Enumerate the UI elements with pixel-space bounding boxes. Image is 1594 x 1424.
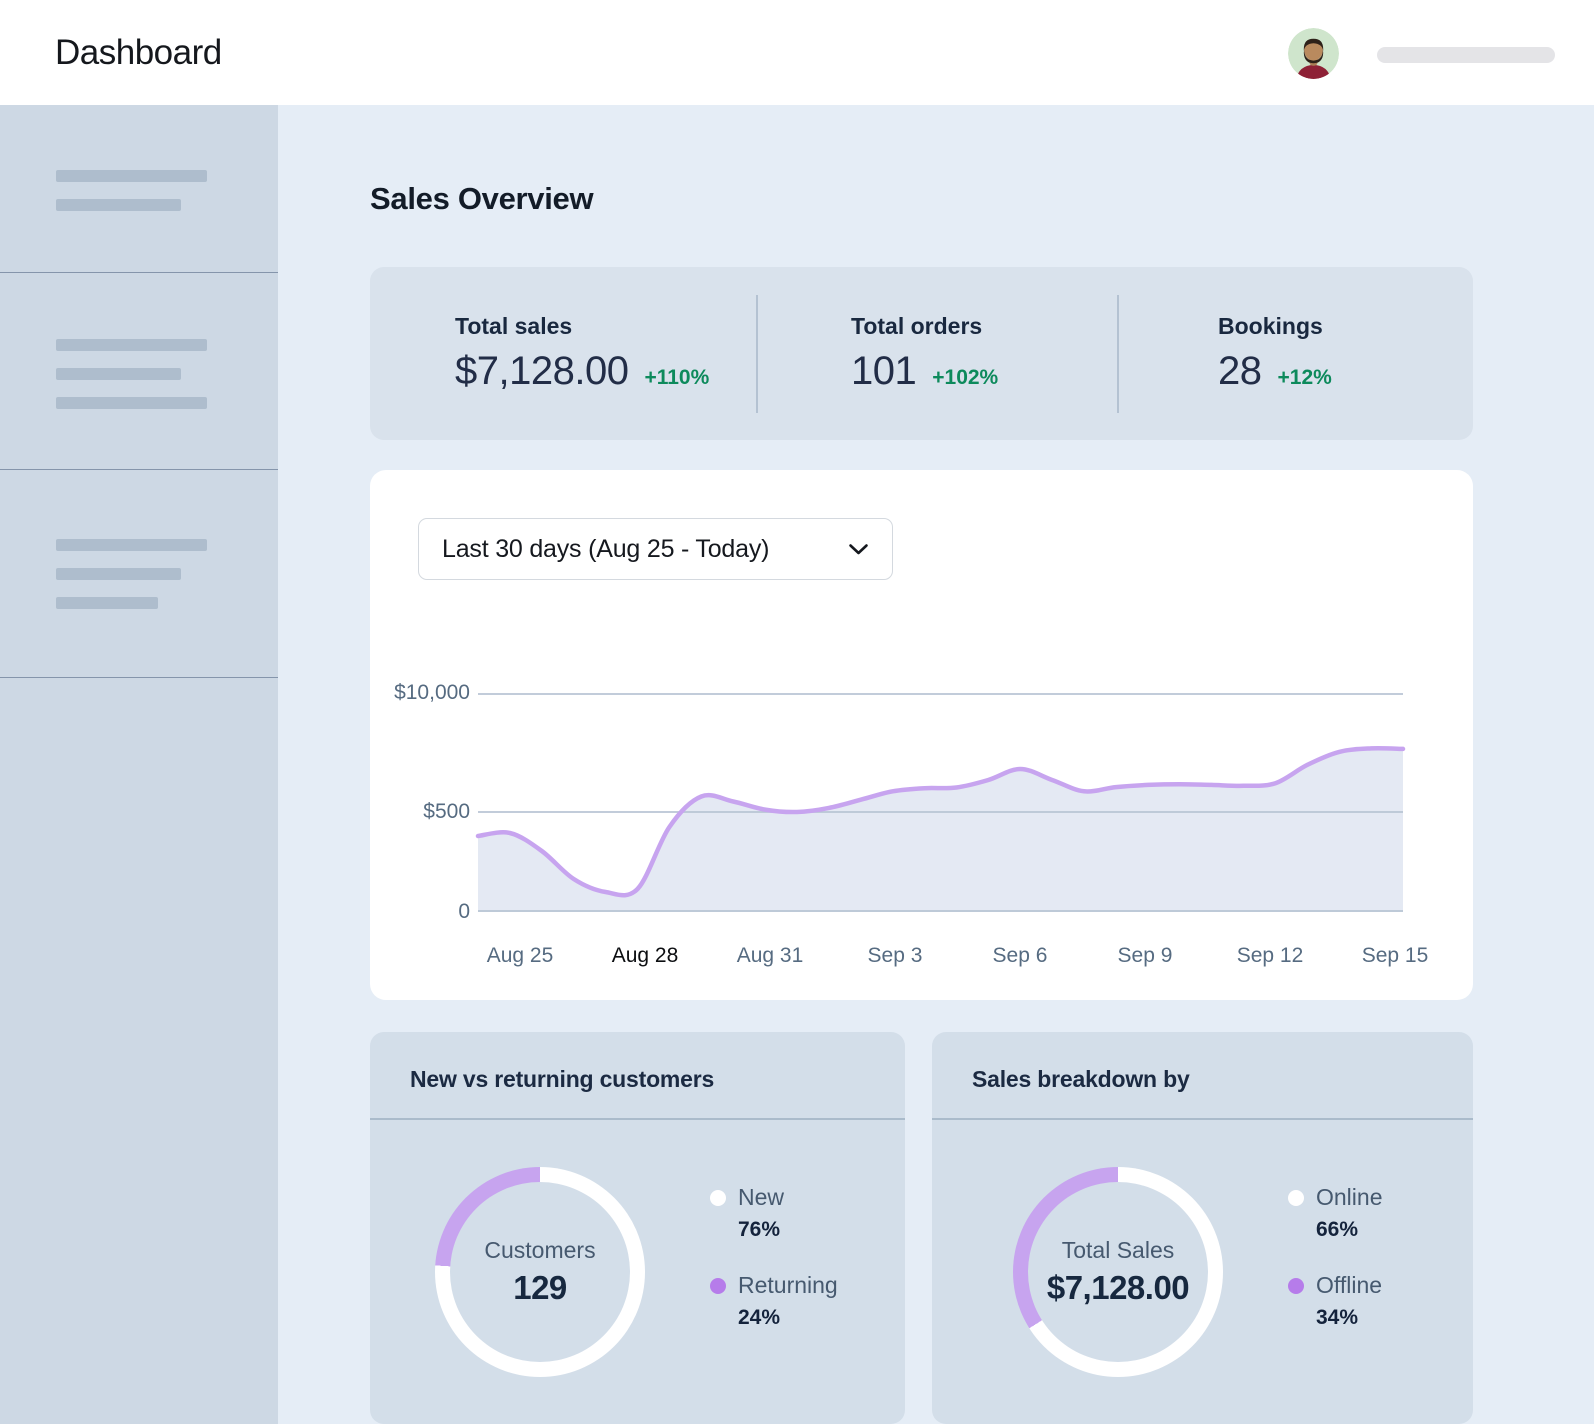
stat-value: 101 [851,349,916,394]
stat-value: $7,128.00 [455,349,628,394]
stat-label: Total sales [455,313,756,340]
card-title: New vs returning customers [410,1066,905,1093]
sidebar [0,105,278,1424]
stat-delta-badge: +12% [1278,366,1332,390]
y-tick-label: 0 [458,900,470,924]
skeleton-bar [56,368,181,380]
skeleton-bar [56,397,207,409]
legend-item: New 76% [710,1184,838,1242]
legend-value: 76% [738,1218,838,1242]
x-tick-label: Sep 12 [1237,944,1304,968]
sidebar-nav-group-3[interactable] [0,470,278,678]
legend-dot-icon [1288,1190,1304,1206]
legend-dot-icon [1288,1278,1304,1294]
legend-item: Online 66% [1288,1184,1382,1242]
legend-item: Offline 34% [1288,1272,1382,1330]
user-photo-icon [1288,28,1339,79]
customers-legend: New 76% Returning 24% [710,1184,838,1330]
date-range-dropdown[interactable]: Last 30 days (Aug 25 - Today) [418,518,893,580]
y-tick-label: $500 [423,800,470,824]
customers-card: New vs returning customers Customers 129… [370,1032,905,1424]
stat-label: Total orders [851,313,1117,340]
x-tick-label: Aug 25 [487,944,554,968]
app-title: Dashboard [55,33,222,73]
legend-value: 34% [1316,1306,1382,1330]
card-header: Sales breakdown by [932,1032,1473,1120]
stat-delta-badge: +102% [932,366,998,390]
donut-center: Customers 129 [450,1182,630,1362]
legend-label: Online [1316,1184,1382,1211]
skeleton-bar [56,539,207,551]
legend-value: 66% [1316,1218,1382,1242]
legend-dot-icon [710,1190,726,1206]
donut-center-label: Customers [484,1237,595,1264]
date-range-label: Last 30 days (Aug 25 - Today) [442,535,769,564]
x-tick-label: Sep 9 [1118,944,1173,968]
y-tick-label: $10,000 [394,681,470,705]
x-tick-label: Aug 31 [737,944,804,968]
stats-summary-card: Total sales $7,128.00 +110% Total orders… [370,267,1473,440]
customers-donut-chart: Customers 129 [435,1167,645,1377]
x-tick-label: Sep 3 [868,944,923,968]
donut-center-value: 129 [513,1269,567,1307]
legend-value: 24% [738,1306,838,1330]
breakdown-card: Sales breakdown by Total Sales $7,128.00… [932,1032,1473,1424]
legend-item: Returning 24% [710,1272,838,1330]
avatar[interactable] [1288,28,1339,79]
x-axis-labels: Aug 25Aug 28Aug 31Sep 3Sep 6Sep 9Sep 12S… [478,944,1403,970]
skeleton-bar [56,170,207,182]
x-tick-label: Aug 28 [612,944,679,968]
donut-center: Total Sales $7,128.00 [1028,1182,1208,1362]
skeleton-bar [56,568,181,580]
stat-delta-badge: +110% [644,366,709,390]
card-title: Sales breakdown by [972,1066,1473,1093]
stat-bookings: Bookings 28 +12% [1119,267,1471,440]
skeleton-bar [56,597,158,609]
legend-dot-icon [710,1278,726,1294]
legend-label: Returning [738,1272,838,1299]
stat-total-sales: Total sales $7,128.00 +110% [370,267,756,440]
stat-value: 28 [1218,349,1262,394]
skeleton-bar [56,199,181,211]
stat-total-orders: Total orders 101 +102% [758,267,1117,440]
app-header: Dashboard [0,0,1594,105]
legend-label: New [738,1184,838,1211]
area-chart-canvas [478,693,1403,912]
breakdown-legend: Online 66% Offline 34% [1288,1184,1382,1330]
sidebar-nav-group-2[interactable] [0,273,278,470]
page-title: Sales Overview [370,181,593,217]
skeleton-bar [56,339,207,351]
legend-label: Offline [1316,1272,1382,1299]
username-skeleton [1377,47,1555,63]
breakdown-donut-chart: Total Sales $7,128.00 [1013,1167,1223,1377]
sales-area-chart [478,693,1403,912]
stat-label: Bookings [1218,313,1471,340]
x-tick-label: Sep 6 [993,944,1048,968]
x-tick-label: Sep 15 [1362,944,1429,968]
sidebar-nav-group-1[interactable] [0,105,278,273]
card-header: New vs returning customers [370,1032,905,1120]
donut-center-label: Total Sales [1062,1237,1175,1264]
donut-center-value: $7,128.00 [1047,1269,1189,1307]
chevron-down-icon [848,543,869,556]
sales-chart-card: Last 30 days (Aug 25 - Today) $10,000 $50… [370,470,1473,1000]
